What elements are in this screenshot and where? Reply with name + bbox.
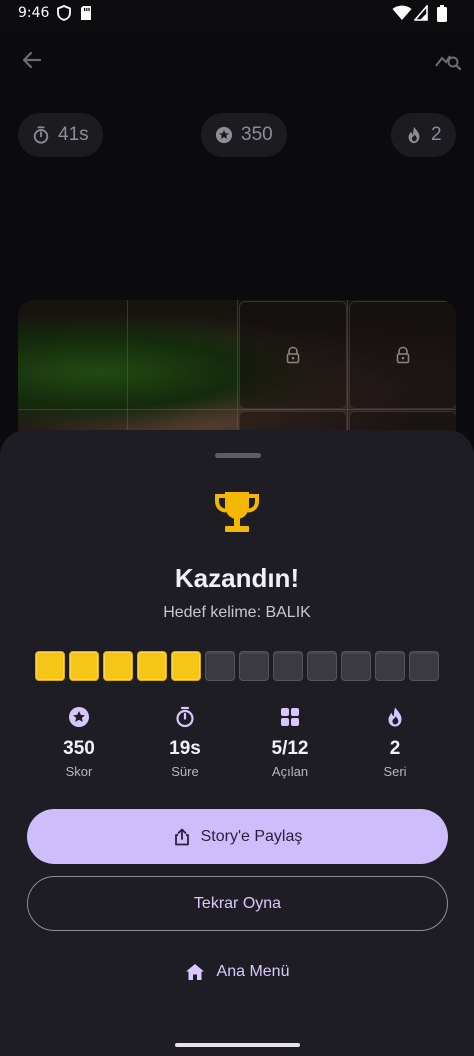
wifi-icon (392, 5, 412, 20)
share-story-button[interactable]: Story'e Paylaş (27, 809, 448, 864)
search-analytics-icon[interactable] (434, 46, 462, 74)
grid-icon (281, 708, 299, 726)
stat-value: 5/12 (271, 738, 309, 759)
timer-value: 41s (58, 124, 89, 145)
stopwatch-icon (176, 706, 194, 728)
flame-icon (408, 126, 420, 144)
streak-value: 2 (431, 124, 442, 145)
back-arrow-icon[interactable] (20, 48, 44, 72)
share-story-label: Story'e Paylaş (200, 827, 303, 845)
shield-icon (57, 5, 71, 21)
progress-tile-revealed (69, 651, 99, 681)
replay-button[interactable]: Tekrar Oyna (27, 876, 448, 931)
signal-icon (414, 5, 428, 21)
progress-tile-hidden (375, 651, 405, 681)
stat-time: 19s Süre (135, 706, 235, 779)
stats-row: 350 Skor 19s Süre 5/12 Açılan 2 Seri (0, 706, 474, 786)
home-icon (185, 964, 204, 980)
progress-tile-revealed (171, 651, 201, 681)
stat-value: 2 (389, 738, 401, 759)
flame-icon (388, 707, 402, 727)
target-word: Hedef kelime: BALIK (163, 604, 311, 621)
battery-icon (437, 5, 447, 22)
progress-tiles (35, 651, 439, 681)
status-time: 9:46 (18, 5, 50, 21)
stat-revealed: 5/12 Açılan (240, 706, 340, 779)
score-pill: 350 (201, 113, 287, 157)
drag-handle[interactable] (215, 453, 261, 458)
stopwatch-icon (33, 126, 49, 144)
progress-tile-hidden (239, 651, 269, 681)
progress-tile-hidden (273, 651, 303, 681)
stat-value: 350 (63, 738, 95, 759)
timer-pill: 41s (18, 113, 103, 157)
streak-pill: 2 (391, 113, 456, 157)
replay-label: Tekrar Oyna (193, 894, 282, 912)
locked-tile[interactable] (239, 301, 347, 409)
main-menu-button[interactable]: Ana Menü (0, 952, 474, 992)
lock-icon (396, 346, 410, 364)
progress-tile-revealed (103, 651, 133, 681)
progress-tile-hidden (307, 651, 337, 681)
progress-tile-revealed (137, 651, 167, 681)
result-title: Kazandın! (174, 563, 300, 593)
score-value: 350 (241, 124, 273, 145)
trophy-icon (215, 492, 259, 532)
progress-tile-hidden (341, 651, 371, 681)
locked-tile[interactable] (349, 301, 456, 409)
star-badge-icon (215, 126, 233, 144)
main-menu-label: Ana Menü (216, 963, 290, 980)
gesture-navigation-bar (175, 1043, 300, 1047)
stat-label: Süre (171, 764, 199, 779)
status-bar: 9:46 (0, 0, 474, 28)
stat-value: 19s (169, 738, 201, 759)
result-bottom-sheet: Kazandın! Hedef kelime: BALIK 350 Skor 1… (0, 430, 474, 1056)
game-screen: 41s 350 2 (0, 28, 474, 460)
star-badge-icon (69, 707, 89, 727)
progress-tile-hidden (409, 651, 439, 681)
share-icon (174, 828, 189, 845)
stat-label: Skor (65, 764, 93, 779)
lock-icon (286, 346, 300, 364)
stat-label: Seri (383, 764, 407, 779)
stat-streak: 2 Seri (345, 706, 445, 779)
progress-tile-revealed (35, 651, 65, 681)
progress-tile-hidden (205, 651, 235, 681)
sd-card-icon (81, 6, 91, 20)
stat-label: Açılan (271, 764, 309, 779)
stat-score: 350 Skor (29, 706, 129, 779)
